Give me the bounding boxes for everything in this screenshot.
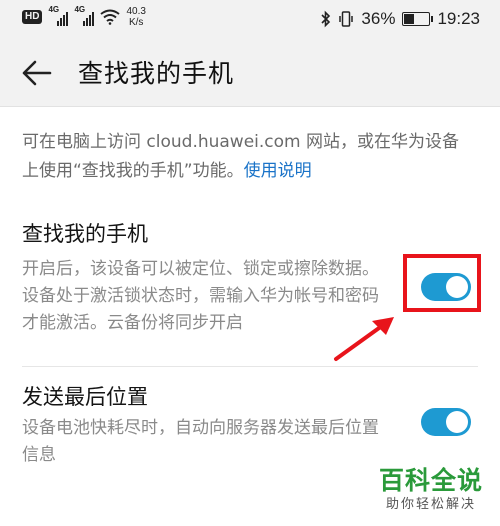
intro-text: 可在电脑上访问 cloud.huawei.com 网站，或在华为设备上使用“查找… xyxy=(22,128,474,186)
battery-fill xyxy=(404,14,414,24)
intro-description: 可在电脑上访问 cloud.huawei.com 网站，或在华为设备上使用“查找… xyxy=(22,132,460,181)
wifi-icon xyxy=(100,9,121,25)
usage-instructions-link[interactable]: 使用说明 xyxy=(244,161,312,181)
watermark-subtitle: 助你轻松解决 xyxy=(385,497,476,512)
header-divider xyxy=(0,106,500,107)
network-speed: 40.3 K/s xyxy=(126,6,145,28)
battery-icon xyxy=(402,12,434,26)
signal-icon: 4G xyxy=(74,5,95,26)
row-divider xyxy=(22,366,478,367)
page-title: 查找我的手机 xyxy=(78,59,235,88)
send-last-location-title: 发送最后位置 xyxy=(22,385,148,409)
hd-badge: HD xyxy=(22,10,43,24)
send-last-location-toggle[interactable] xyxy=(421,408,471,436)
speed-value: 40.3 xyxy=(126,6,146,17)
signal-icon: 4G xyxy=(48,5,69,26)
annotation-highlight-box xyxy=(403,254,481,312)
find-my-phone-title: 查找我的手机 xyxy=(22,222,148,246)
bluetooth-icon xyxy=(321,10,331,28)
clock-time: 19:23 xyxy=(437,9,480,28)
status-bar: HD 4G 4G 40.3 K/s 36% 19:23 xyxy=(0,0,500,40)
vibrate-icon xyxy=(339,11,354,27)
toggle-knob xyxy=(446,411,468,433)
send-last-location-description: 设备电池快耗尽时，自动向服务器发送最后位置信息 xyxy=(22,418,379,465)
watermark-logo: 百科全说 助你轻松解决 xyxy=(376,466,486,514)
battery-percent: 36% xyxy=(361,9,396,28)
back-arrow-icon[interactable] xyxy=(20,58,54,88)
watermark-title: 百科全说 xyxy=(378,466,483,495)
app-bar: 查找我的手机 xyxy=(0,40,500,106)
annotation-arrow-icon xyxy=(334,317,394,361)
speed-unit: K/s xyxy=(128,17,144,28)
